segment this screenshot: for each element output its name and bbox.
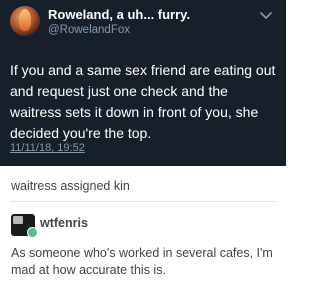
tweet-avatar[interactable] [10,6,40,36]
reblog-badge-icon [27,227,38,238]
chevron-down-icon[interactable] [260,11,272,21]
tweet-display-name[interactable]: Roweland, a uh... furry. [48,7,190,22]
avatar-image [19,9,31,31]
embedded-tweet: Roweland, a uh... furry. @RowelandFox If… [0,0,286,166]
divider [10,201,276,202]
reblog-username[interactable]: wtfenris [40,216,88,230]
tweet-text: If you and a same sex friend are eating … [10,62,276,141]
avatar-image [13,216,23,224]
reblog-text: As someone who's worked in several cafes… [11,246,273,277]
post-caption: waitress assigned kin [11,179,130,193]
tweet-handle[interactable]: @RowelandFox [48,24,130,36]
tweet-timestamp[interactable]: 11/11/18, 19:52 [10,142,85,154]
